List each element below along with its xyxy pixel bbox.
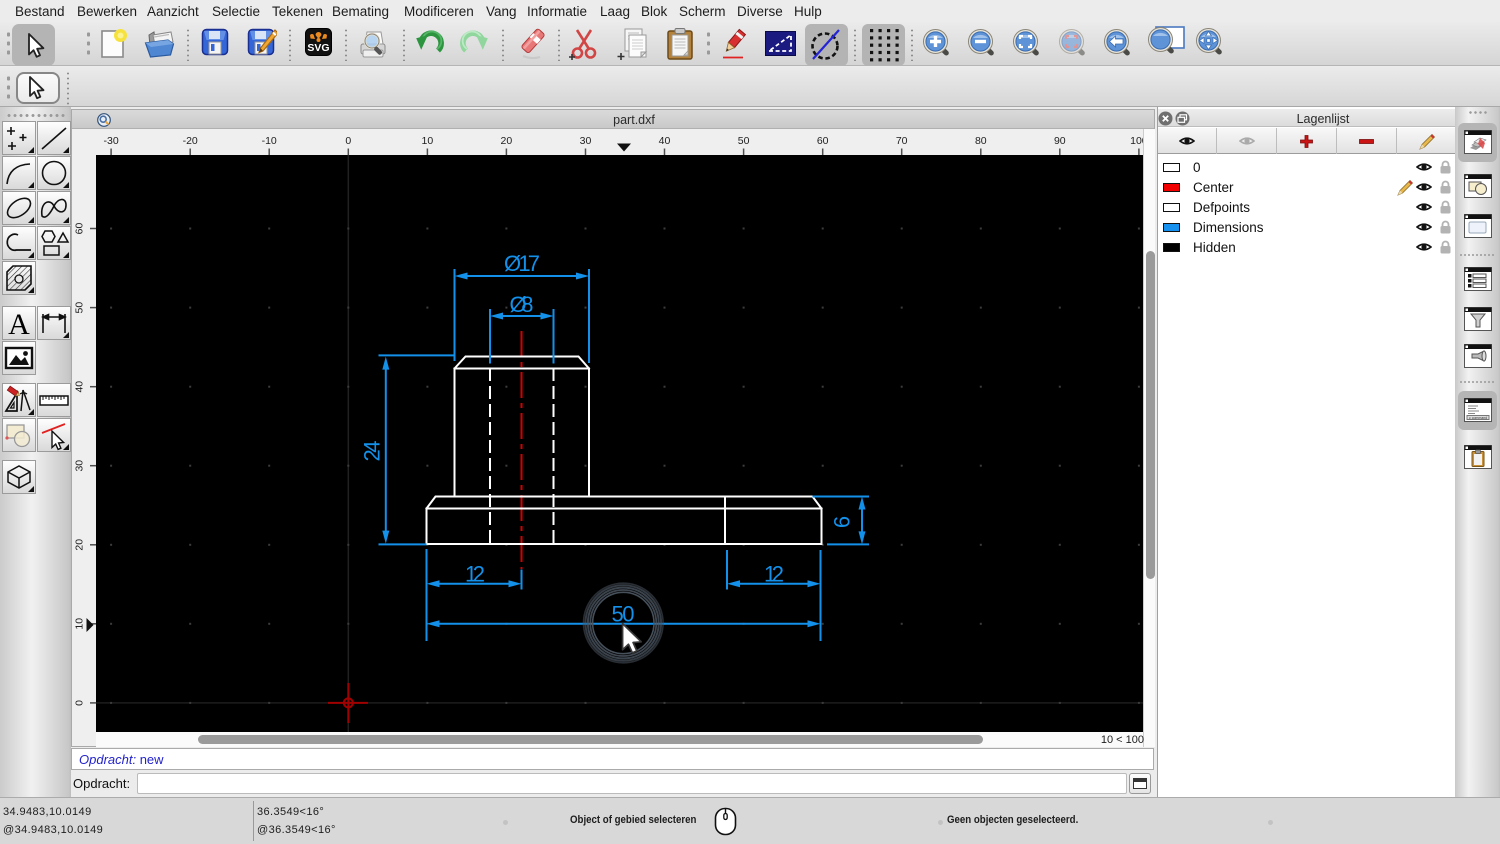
svg-text:10: 10: [74, 618, 86, 630]
svg-text:SVG: SVG: [307, 42, 329, 54]
svg-text:60: 60: [817, 135, 829, 147]
svg-text:80: 80: [975, 135, 987, 147]
svg-text:24: 24: [360, 441, 385, 462]
svg-text:0: 0: [345, 135, 351, 147]
svg-text:100: 100: [1130, 135, 1143, 147]
svg-text:40: 40: [659, 135, 671, 147]
svg-text:Ø17: Ø17: [504, 251, 540, 276]
svg-text:50: 50: [74, 302, 86, 314]
svg-text:60: 60: [74, 223, 86, 235]
svg-text:-20: -20: [183, 135, 198, 147]
svg-text:12: 12: [465, 562, 485, 587]
svg-text:70: 70: [896, 135, 908, 147]
svg-text:30: 30: [580, 135, 592, 147]
svg-text:20: 20: [501, 135, 513, 147]
svg-text:6: 6: [830, 516, 855, 528]
svg-text:A: A: [8, 308, 30, 339]
svg-text:-10: -10: [262, 135, 277, 147]
svg-text:20: 20: [74, 539, 86, 551]
svg-text:-30: -30: [104, 135, 119, 147]
svg-text:12: 12: [764, 562, 784, 587]
svg-text:40: 40: [74, 381, 86, 393]
svg-text:10: 10: [422, 135, 434, 147]
svg-text:90: 90: [1054, 135, 1066, 147]
svg-text:0: 0: [74, 700, 86, 706]
svg-text:Ø8: Ø8: [510, 292, 534, 317]
svg-text:c command: c command: [1469, 416, 1487, 420]
svg-text:50: 50: [738, 135, 750, 147]
svg-text:30: 30: [74, 460, 86, 472]
